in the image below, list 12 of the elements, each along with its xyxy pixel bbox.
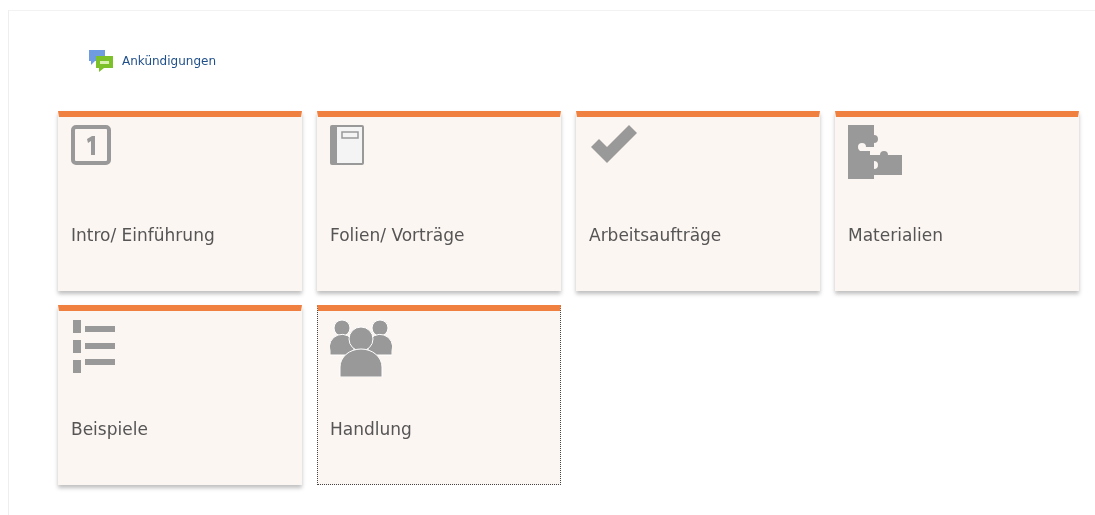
section-tile[interactable]: Intro/ Einführung [58, 111, 302, 291]
chat-bubbles-icon [88, 49, 114, 73]
section-tile[interactable]: Handlung [317, 305, 561, 485]
section-tile[interactable]: Beispiele [58, 305, 302, 485]
group-of-people-icon [330, 319, 392, 377]
puzzle-icon [848, 125, 902, 179]
section-tile[interactable]: Materialien [835, 111, 1079, 291]
numbered-square-icon [71, 125, 111, 165]
section-tile[interactable]: Folien/ Vorträge [317, 111, 561, 291]
section-tile[interactable]: Arbeitsaufträge [576, 111, 820, 291]
announcements-link[interactable]: Ankündigungen [88, 49, 216, 73]
notebook-icon [330, 125, 364, 165]
